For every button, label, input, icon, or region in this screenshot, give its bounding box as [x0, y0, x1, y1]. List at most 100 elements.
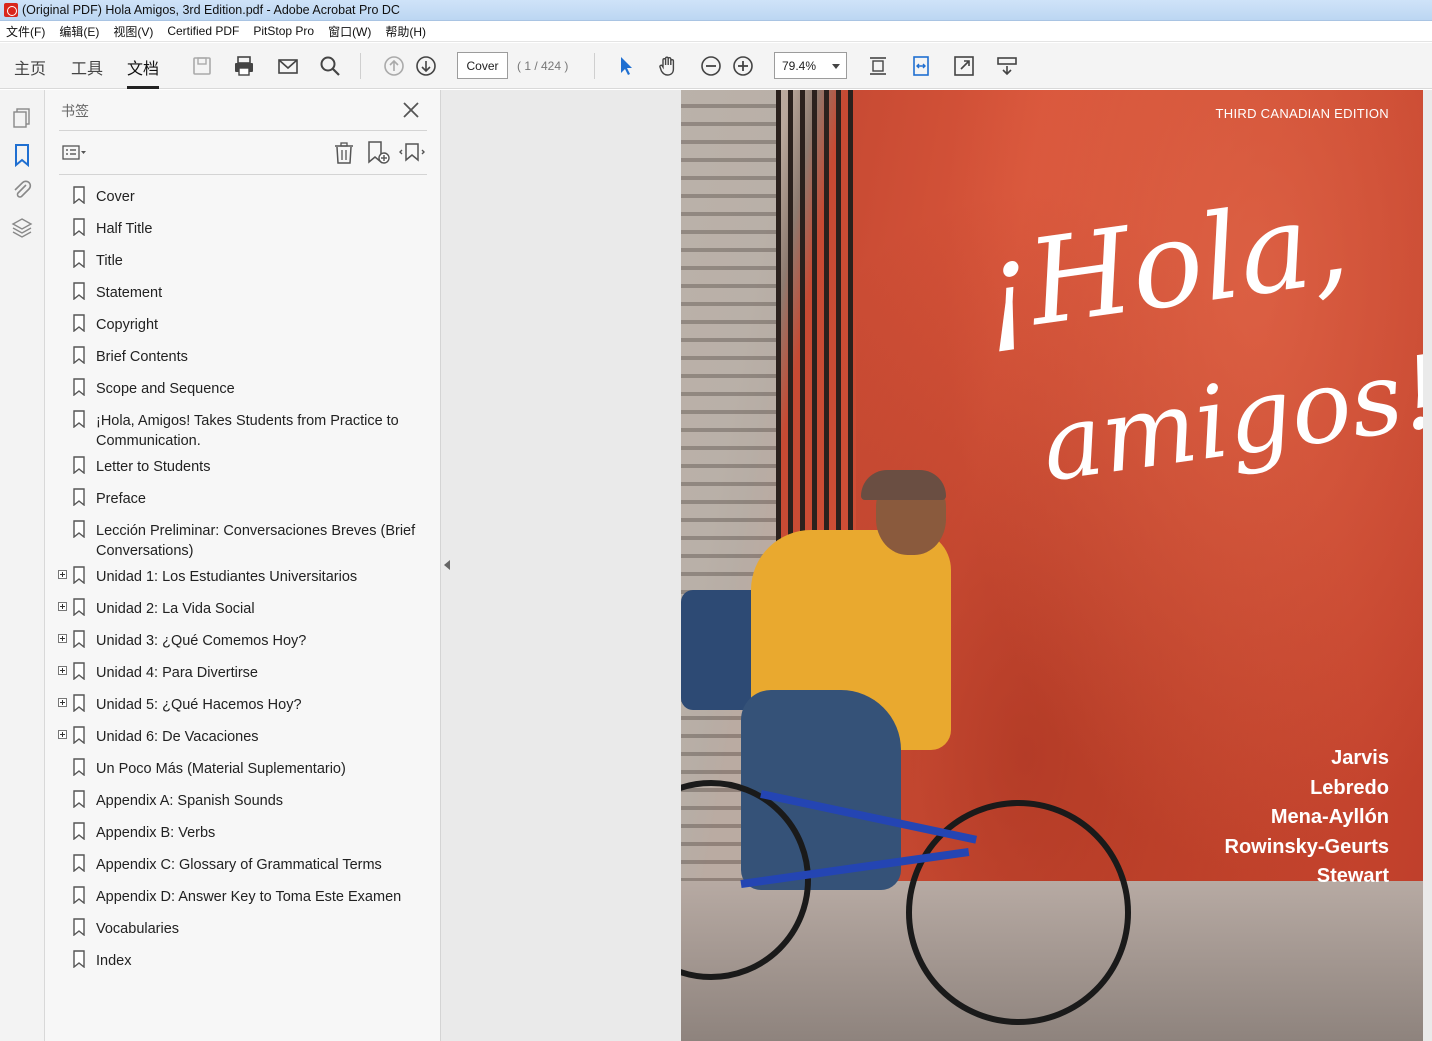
bookmarks-panel: 书签 Cover Half Title Title Statement Copyrigh…	[45, 90, 441, 1041]
bookmark-icon	[73, 410, 85, 429]
bookmark-icon	[73, 918, 85, 937]
bookmark-label: Preface	[96, 491, 146, 507]
bookmark-label: Un Poco Más (Material Suplementario)	[96, 761, 346, 777]
bookmark-label: Letter to Students	[96, 459, 211, 475]
tab-tools[interactable]: 工具	[71, 55, 103, 89]
bookmark-label: Unidad 5: ¿Qué Hacemos Hoy?	[96, 697, 302, 713]
menu-view[interactable]: 视图(V)	[113, 23, 153, 40]
bookmark-icon	[73, 886, 85, 905]
menu-certified-pdf[interactable]: Certified PDF	[167, 24, 239, 38]
expand-bookmark-icon[interactable]	[399, 140, 425, 166]
pdf-cover-page: THIRD CANADIAN EDITION ¡Hola, amigos! Ja…	[681, 90, 1423, 1041]
bookmark-label: Appendix D: Answer Key to Toma Este Exam…	[96, 889, 402, 905]
menu-help[interactable]: 帮助(H)	[385, 23, 426, 40]
tab-document[interactable]: 文档	[127, 55, 160, 89]
tab-home[interactable]: 主页	[14, 55, 46, 89]
bookmark-icon	[73, 758, 85, 777]
more-tools-icon[interactable]	[994, 53, 1020, 79]
fit-width-icon[interactable]	[908, 53, 934, 79]
menu-edit[interactable]: 编辑(E)	[59, 23, 99, 40]
expand-toggle-icon[interactable]	[58, 666, 67, 675]
cover-edition: THIRD CANADIAN EDITION	[1215, 106, 1389, 121]
pages-icon[interactable]	[10, 106, 34, 130]
bookmark-icon	[73, 630, 85, 649]
menu-window[interactable]: 窗口(W)	[328, 23, 371, 40]
bookmark-icon	[73, 950, 85, 969]
delete-bookmark-icon[interactable]	[331, 140, 357, 166]
attachment-icon[interactable]	[10, 178, 34, 202]
bookmark-label: Scope and Sequence	[96, 381, 235, 397]
bookmark-label: Unidad 6: De Vacaciones	[96, 729, 259, 745]
full-screen-icon[interactable]	[951, 53, 977, 79]
bookmark-icon	[73, 186, 85, 205]
bookmark-label: Cover	[96, 189, 135, 205]
bookmark-icon[interactable]	[10, 143, 34, 168]
next-page-icon[interactable]	[413, 53, 439, 79]
menu-file[interactable]: 文件(F)	[6, 23, 45, 40]
expand-toggle-icon[interactable]	[58, 570, 67, 579]
bookmark-label: Appendix A: Spanish Sounds	[96, 793, 284, 809]
layers-icon[interactable]	[10, 216, 34, 240]
new-bookmark-icon[interactable]	[365, 140, 391, 166]
bookmark-icon	[73, 822, 85, 841]
navigation-rail	[0, 90, 45, 1041]
bookmark-label: Unidad 2: La Vida Social	[96, 601, 255, 617]
bookmark-icon	[73, 488, 85, 507]
close-icon[interactable]	[400, 99, 422, 121]
bookmark-icon	[73, 598, 85, 617]
collapse-panel-icon[interactable]	[444, 560, 450, 570]
expand-toggle-icon[interactable]	[58, 602, 67, 611]
zoom-out-icon[interactable]	[698, 53, 724, 79]
page-number-input[interactable]: Cover	[457, 52, 508, 79]
bookmark-icon	[73, 218, 85, 237]
acrobat-logo-icon	[4, 3, 18, 17]
menu-pitstop-pro[interactable]: PitStop Pro	[253, 24, 314, 38]
email-icon[interactable]	[275, 53, 301, 79]
zoom-level-value: 79.4%	[782, 58, 817, 73]
toolbar-divider	[594, 53, 595, 79]
bookmark-label: ¡Hola, Amigos! Takes Students from Pract…	[96, 413, 399, 449]
fit-page-icon[interactable]	[865, 53, 891, 79]
bookmark-icon	[73, 282, 85, 301]
zoom-in-icon[interactable]	[730, 53, 756, 79]
document-view[interactable]: THIRD CANADIAN EDITION ¡Hola, amigos! Ja…	[441, 90, 1432, 1041]
bookmark-label: Appendix B: Verbs	[96, 825, 216, 841]
bookmark-icon	[73, 566, 85, 585]
bookmark-label: Unidad 1: Los Estudiantes Universitarios	[96, 569, 358, 585]
options-menu-icon[interactable]	[61, 140, 87, 166]
bookmark-icon	[73, 662, 85, 681]
previous-page-icon[interactable]	[381, 53, 407, 79]
expand-toggle-icon[interactable]	[58, 634, 67, 643]
cover-cyclist-cap	[861, 470, 946, 500]
zoom-level-select[interactable]: 79.4%	[774, 52, 847, 79]
toolbar-divider	[360, 53, 361, 79]
bookmark-icon	[73, 314, 85, 333]
bookmark-icon	[73, 694, 85, 713]
expand-toggle-icon[interactable]	[58, 698, 67, 707]
hand-tool-icon[interactable]	[655, 53, 681, 79]
bookmark-label: Brief Contents	[96, 349, 188, 365]
cover-author: Mena-Ayllón	[1270, 806, 1389, 828]
title-bar: (Original PDF) Hola Amigos, 3rd Edition.…	[0, 0, 1432, 21]
print-icon[interactable]	[231, 53, 257, 79]
panel-divider	[59, 130, 427, 131]
save-icon[interactable]	[189, 53, 215, 79]
panel-title: 书签	[61, 103, 89, 119]
cover-authors: Jarvis Lebredo Mena-Ayllón Rowinsky-Geur…	[1225, 744, 1389, 892]
cover-author: Stewart	[1316, 865, 1389, 887]
window-title: (Original PDF) Hola Amigos, 3rd Edition.…	[22, 3, 400, 17]
search-icon[interactable]	[317, 53, 343, 79]
cover-author: Jarvis	[1331, 747, 1389, 769]
expand-toggle-icon[interactable]	[58, 730, 67, 739]
menu-bar: 文件(F) 编辑(E) 视图(V) Certified PDF PitStop …	[0, 21, 1432, 42]
select-cursor-icon[interactable]	[613, 53, 639, 79]
cover-author: Rowinsky-Geurts	[1224, 835, 1389, 858]
chevron-down-icon	[832, 64, 840, 69]
bookmark-label: Half Title	[96, 221, 153, 237]
bookmark-icon	[73, 378, 85, 397]
page-count: ( 1 / 424 )	[517, 59, 569, 73]
bookmark-icon	[73, 346, 85, 365]
cover-author: Lebredo	[1310, 776, 1389, 799]
bookmark-label: Lección Preliminar: Conversaciones Breve…	[96, 523, 416, 559]
bookmark-icon	[73, 854, 85, 873]
